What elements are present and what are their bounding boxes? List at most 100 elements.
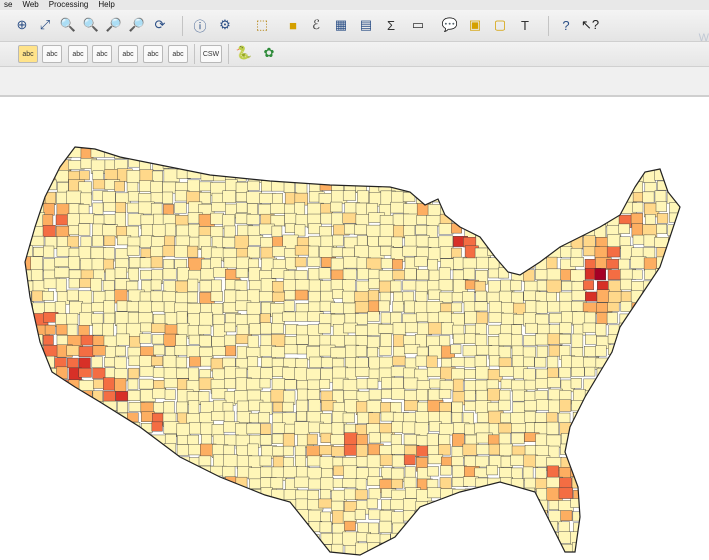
bookmark-icon[interactable]: ▣	[465, 15, 485, 35]
county-polygon	[630, 531, 646, 546]
county-polygon	[43, 245, 55, 258]
settings-icon[interactable]: ⚙	[215, 15, 235, 35]
text-annotation-icon[interactable]: T	[515, 15, 535, 35]
county-polygon	[43, 400, 59, 412]
county-polygon	[67, 543, 85, 555]
county-polygon	[475, 147, 492, 150]
show-hide-label-icon[interactable]: abc	[92, 45, 112, 63]
zoom-last-icon[interactable]: 🔎	[127, 15, 147, 35]
expression-icon[interactable]: ℰ	[306, 15, 326, 35]
county-polygon	[571, 542, 585, 555]
zoom-out-icon[interactable]: 🔍	[81, 15, 101, 35]
county-polygon	[668, 325, 679, 339]
pin-label-icon[interactable]: abc	[68, 45, 88, 63]
zoom-1-1-icon[interactable]: ⊕	[12, 15, 32, 35]
county-polygon	[678, 543, 680, 555]
county-polygon	[465, 203, 478, 216]
menu-item-web[interactable]: Web	[18, 0, 44, 10]
new-bookmark-icon[interactable]: ▢	[490, 15, 510, 35]
county-polygon	[211, 424, 225, 437]
deselect-icon[interactable]: ■	[283, 15, 303, 35]
county-polygon	[127, 444, 139, 456]
county-polygon	[584, 202, 596, 216]
county-polygon	[164, 554, 178, 555]
county-polygon	[487, 544, 501, 555]
county-polygon	[224, 378, 236, 389]
county-polygon	[667, 499, 680, 512]
label-icon[interactable]: abc	[18, 45, 38, 63]
map-canvas[interactable]	[0, 97, 709, 560]
county-polygon	[357, 522, 369, 534]
zoom-layer-icon[interactable]: 🔎	[104, 15, 124, 35]
county-polygon	[354, 168, 366, 180]
county-polygon	[511, 214, 524, 225]
county-polygon	[438, 267, 451, 282]
county-polygon	[164, 542, 180, 553]
county-polygon	[150, 256, 163, 269]
county-polygon	[487, 388, 501, 402]
county-polygon	[427, 500, 441, 512]
county-polygon	[306, 389, 320, 401]
county-polygon	[126, 498, 139, 511]
county-polygon	[608, 509, 624, 524]
rotate-label-icon[interactable]: abc	[143, 45, 163, 63]
county-polygon	[79, 312, 94, 326]
python-icon[interactable]: 🐍	[234, 43, 254, 63]
county-polygon	[487, 499, 503, 511]
county-polygon	[559, 422, 576, 436]
county-polygon	[92, 345, 108, 356]
help-icon[interactable]: ?	[556, 15, 576, 35]
layer-labeling-icon[interactable]: abc	[42, 45, 62, 63]
zoom-in-icon[interactable]: 🔍	[58, 15, 78, 35]
measure-icon[interactable]: ▭	[408, 15, 428, 35]
county-polygon	[608, 411, 623, 425]
county-polygon	[222, 357, 236, 368]
county-polygon	[618, 488, 631, 502]
county-polygon	[331, 137, 342, 146]
county-polygon	[595, 410, 607, 421]
county-polygon	[609, 522, 622, 537]
county-polygon	[619, 399, 631, 413]
county-polygon	[91, 313, 104, 325]
county-polygon	[343, 444, 357, 456]
county-polygon	[103, 312, 115, 324]
identify-icon[interactable]: ⓘ	[190, 15, 210, 35]
menu-item-view[interactable]: se	[0, 0, 18, 10]
change-label-icon[interactable]: abc	[168, 45, 188, 63]
county-polygon	[114, 378, 127, 392]
county-polygon	[558, 412, 571, 423]
select-icon[interactable]: ⬚	[252, 15, 272, 35]
statistics-icon[interactable]: Σ	[381, 15, 401, 35]
county-polygon	[402, 245, 418, 257]
county-polygon	[546, 279, 562, 293]
plugin-icon[interactable]: ✿	[259, 43, 279, 63]
menu-item-help[interactable]: Help	[94, 0, 120, 10]
county-polygon	[644, 335, 655, 350]
menu-item-processing[interactable]: Processing	[45, 0, 95, 10]
county-polygon	[667, 169, 679, 179]
zoom-full-icon[interactable]: ⤢	[35, 15, 55, 35]
county-polygon	[283, 466, 298, 478]
county-polygon	[25, 269, 33, 281]
county-polygon	[618, 181, 631, 192]
county-polygon	[93, 147, 108, 148]
map-tips-icon[interactable]: 💬	[440, 15, 460, 35]
field-calculator-icon[interactable]: ▤	[356, 15, 376, 35]
county-polygon	[355, 366, 370, 377]
county-polygon	[596, 158, 613, 173]
csw-icon[interactable]: CSW	[200, 45, 222, 63]
attribute-table-icon[interactable]: ▦	[331, 15, 351, 35]
county-polygon	[607, 487, 619, 497]
county-polygon	[259, 434, 272, 446]
whats-this-icon[interactable]: ↖?	[580, 15, 600, 35]
county-polygon	[620, 355, 636, 366]
county-polygon	[151, 421, 163, 432]
refresh-icon[interactable]: ⟳	[150, 15, 170, 35]
county-polygon	[163, 378, 180, 389]
county-polygon	[261, 180, 273, 192]
county-polygon	[379, 136, 389, 145]
county-polygon	[558, 224, 571, 238]
county-polygon	[198, 335, 212, 347]
move-label-icon[interactable]: abc	[118, 45, 138, 63]
county-polygon	[536, 345, 548, 358]
